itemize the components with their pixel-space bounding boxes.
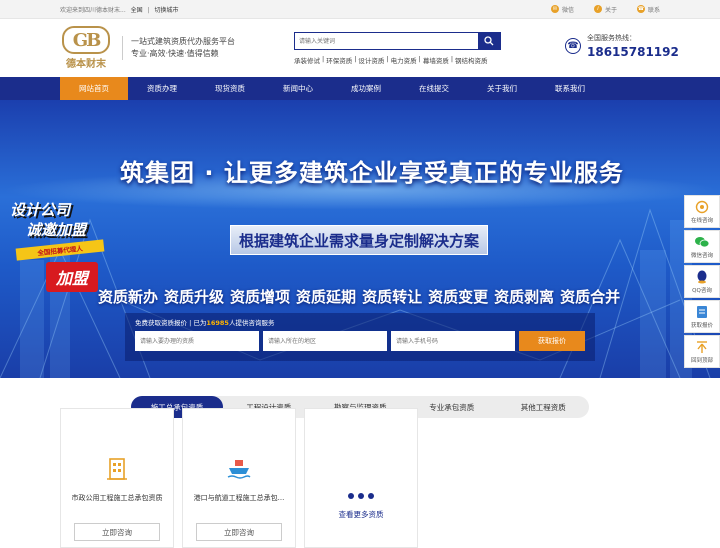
phone-input[interactable] xyxy=(391,331,515,351)
banner-ribbon: 根据建筑企业需求量身定制解决方案 xyxy=(230,225,488,255)
top-link-about[interactable]: i 关于 xyxy=(593,5,617,14)
search-quicklinks: 承装修试 | 环保资质 | 设计资质 | 电力资质 | 幕墙资质 | 钢结构资质 xyxy=(294,55,488,65)
qq-icon xyxy=(694,270,710,284)
more-dots-icon xyxy=(348,493,374,499)
more-qualifications-card[interactable]: 查看更多资质 xyxy=(304,408,418,548)
side-online-consult[interactable]: 在线咨询 xyxy=(684,195,720,228)
quicklink[interactable]: 钢结构资质 xyxy=(455,55,488,65)
qualification-card[interactable]: 市政公用工程施工总承包资质 立即咨询 xyxy=(60,408,174,548)
site-logo[interactable]: GB 德本财末 xyxy=(60,26,112,70)
card-title: 港口与航道工程施工总承包... xyxy=(193,494,285,502)
service-tag: 资质转让 xyxy=(362,288,423,306)
wechat-icon xyxy=(694,235,710,249)
quicklink[interactable]: 环保资质 xyxy=(326,55,352,65)
top-bar-links: ✉ 微信 i 关于 ☎ 联系 xyxy=(550,5,660,14)
main-nav: 网站首页 资质办理 现货资质 新闻中心 成功案例 在线提交 关于我们 联系我们 xyxy=(0,77,720,100)
nav-home[interactable]: 网站首页 xyxy=(60,77,128,100)
consult-count: 16985 xyxy=(206,319,229,327)
consult-button[interactable]: 立即咨询 xyxy=(196,523,282,541)
consult-button[interactable]: 立即咨询 xyxy=(74,523,160,541)
qualification-card[interactable]: 港口与航道工程施工总承包... 立即咨询 xyxy=(182,408,296,548)
side-back-to-top[interactable]: 回到顶部 xyxy=(684,335,720,368)
top-bar-left: 欢迎来到四川德本财末... 全国 | 切换城市 xyxy=(60,5,182,14)
region-input[interactable] xyxy=(263,331,387,351)
switch-city-link[interactable]: 切换城市 xyxy=(155,7,179,14)
search-button[interactable] xyxy=(478,33,500,49)
franchise-promo[interactable]: 设计公司 诚邀加盟 全国招募代理人 加盟 xyxy=(6,200,109,320)
logo-name: 德本财末 xyxy=(66,59,106,70)
back-to-top-icon xyxy=(694,340,710,354)
nav-about[interactable]: 关于我们 xyxy=(468,77,536,100)
quicklink[interactable]: 设计资质 xyxy=(358,55,384,65)
top-link-wechat[interactable]: ✉ 微信 xyxy=(550,5,574,14)
service-tag: 资质合并 xyxy=(560,288,621,306)
header: GB 德本财末 一站式建筑资质代办服务平台 专业·高效·快速·值得信赖 承装修试… xyxy=(0,19,720,77)
search-input[interactable] xyxy=(295,33,478,49)
wechat-icon: ✉ xyxy=(550,5,559,13)
hero-banner: 筑集团 · 让更多建筑企业享受真正的专业服务 根据建筑企业需求量身定制解决方案 … xyxy=(0,100,720,378)
logo-mark: GB xyxy=(62,26,110,54)
qualification-cards: 市政公用工程施工总承包资质 立即咨询 港口与航道工程施工总承包... 立即咨询 … xyxy=(60,408,418,548)
quicklink[interactable]: 幕墙资质 xyxy=(423,55,449,65)
nav-cases[interactable]: 成功案例 xyxy=(332,77,400,100)
service-tag: 资质延期 xyxy=(296,288,357,306)
building-icon xyxy=(107,458,127,480)
ship-icon xyxy=(227,460,251,479)
qualification-input[interactable] xyxy=(135,331,259,351)
side-wechat-consult[interactable]: 微信咨询 xyxy=(684,230,720,263)
phone-icon: ☎ xyxy=(565,38,581,54)
hotline-number[interactable]: 18615781192 xyxy=(587,45,679,59)
side-get-quote[interactable]: 获取报价 xyxy=(684,300,720,333)
service-tag: 资质升级 xyxy=(164,288,225,306)
nav-qualification[interactable]: 资质办理 xyxy=(128,77,196,100)
region-link[interactable]: 全国 xyxy=(131,7,143,14)
welcome-text: 欢迎来到四川德本财末... xyxy=(60,6,126,14)
phone-icon: ☎ xyxy=(636,5,645,13)
search-icon xyxy=(484,36,494,46)
nav-contact[interactable]: 联系我们 xyxy=(536,77,604,100)
chat-icon xyxy=(694,200,710,214)
hotline-label: 全国服务热线： xyxy=(587,34,636,42)
tab-professional[interactable]: 专业承包资质 xyxy=(406,396,498,418)
quote-icon xyxy=(694,305,710,319)
service-tag: 资质增项 xyxy=(230,288,291,306)
quicklink[interactable]: 电力资质 xyxy=(391,55,417,65)
card-title: 市政公用工程施工总承包资质 xyxy=(71,494,163,502)
floating-side-panel: 在线咨询 微信咨询 QQ咨询 获取报价 回到顶部 xyxy=(684,195,720,368)
service-tags: 资质新办 资质升级 资质增项 资质延期 资质转让 资质变更 资质剥离 资质合并 xyxy=(98,286,620,307)
top-link-contact[interactable]: ☎ 联系 xyxy=(636,5,660,14)
quote-form-title: 免费获取资质报价 | 已为16985人提供咨询服务 xyxy=(135,319,275,327)
promo-line2: 诚邀加盟 xyxy=(26,221,87,239)
search-box xyxy=(294,32,501,50)
promo-bar: 全国招募代理人 xyxy=(15,239,105,261)
tab-other[interactable]: 其他工程资质 xyxy=(498,396,590,418)
quote-form: 免费获取资质报价 | 已为16985人提供咨询服务 获取报价 xyxy=(125,313,595,361)
separator: | xyxy=(147,6,150,14)
banner-headline: 筑集团 · 让更多建筑企业享受真正的专业服务 xyxy=(120,159,624,187)
slogan-line2: 专业·高效·快速·值得信赖 xyxy=(131,49,219,58)
quicklink[interactable]: 承装修试 xyxy=(294,55,320,65)
promo-line1: 设计公司 xyxy=(10,201,71,219)
slogan-line1: 一站式建筑资质代办服务平台 xyxy=(131,37,235,46)
top-bar: 欢迎来到四川德本财末... 全国 | 切换城市 ✉ 微信 i 关于 ☎ 联系 xyxy=(0,0,720,19)
hotline: ☎ 全国服务热线： 18615781192 xyxy=(565,33,679,59)
more-label: 查看更多资质 xyxy=(338,510,384,519)
nav-submit[interactable]: 在线提交 xyxy=(400,77,468,100)
promo-join: 加盟 xyxy=(46,262,98,292)
nav-news[interactable]: 新闻中心 xyxy=(264,77,332,100)
get-quote-button[interactable]: 获取报价 xyxy=(519,331,585,351)
service-tag: 资质剥离 xyxy=(494,288,555,306)
service-tag: 资质变更 xyxy=(428,288,489,306)
slogan: 一站式建筑资质代办服务平台 专业·高效·快速·值得信赖 xyxy=(122,36,235,60)
side-qq-consult[interactable]: QQ咨询 xyxy=(684,265,720,298)
info-icon: i xyxy=(593,5,602,13)
nav-stock[interactable]: 现货资质 xyxy=(196,77,264,100)
